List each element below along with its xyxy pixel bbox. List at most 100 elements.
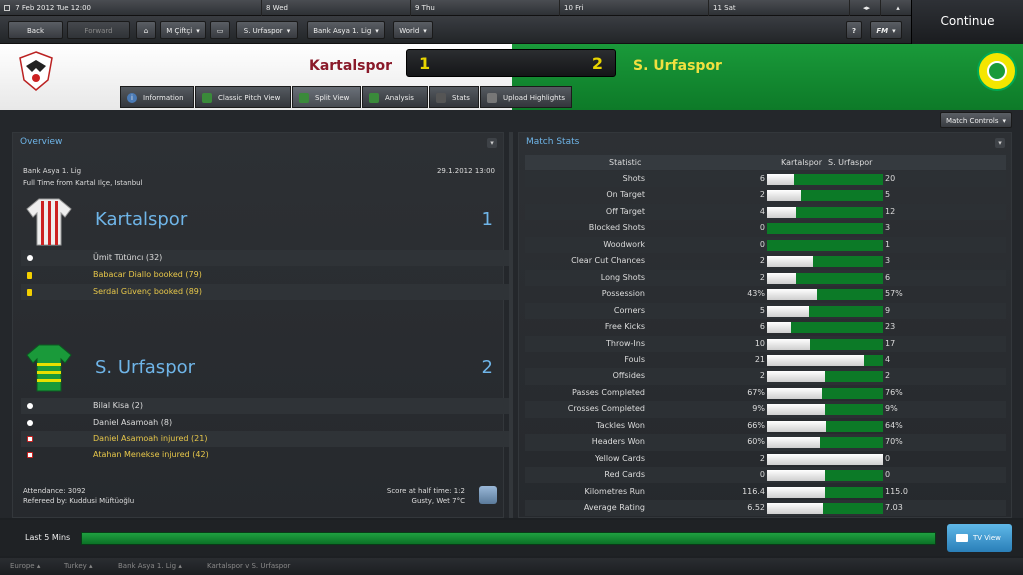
tab-label: Stats bbox=[452, 94, 470, 102]
calendar-toggle-button[interactable]: ▴ bbox=[880, 0, 911, 16]
manager-menu[interactable]: M Çiftçi bbox=[160, 21, 206, 39]
date-cell[interactable]: 9 Thu bbox=[410, 0, 558, 16]
stat-home-value: 2 bbox=[759, 190, 765, 200]
back-button[interactable]: Back bbox=[8, 21, 63, 39]
stat-away-value: 17 bbox=[885, 338, 896, 348]
stat-bar-home-fill bbox=[767, 354, 865, 366]
event-text[interactable]: Ümit Tütüncı (32) bbox=[93, 250, 162, 266]
stats-header-statistic[interactable]: Statistic bbox=[609, 155, 641, 170]
tab-stats[interactable]: Stats bbox=[429, 86, 479, 108]
stat-away-value: 5 bbox=[885, 190, 891, 200]
current-date[interactable]: 7 Feb 2012 Tue 12:00 bbox=[0, 0, 260, 16]
stat-home-value: 116.4 bbox=[742, 486, 765, 496]
stat-home-value: 60% bbox=[747, 437, 765, 447]
home-team-title[interactable]: Kartalspor bbox=[95, 209, 187, 230]
match-stats-title: Match Stats bbox=[526, 137, 580, 147]
tab-information[interactable]: i Information bbox=[120, 86, 194, 108]
stat-name: Red Cards bbox=[604, 470, 645, 480]
halftime-score: Score at half time: 1:2 bbox=[386, 487, 465, 495]
overview-menu-button[interactable]: ▾ bbox=[487, 138, 497, 148]
stat-home-value: 10 bbox=[754, 338, 765, 348]
inbox-button[interactable]: ▭ bbox=[210, 21, 230, 39]
fm-menu[interactable]: FM bbox=[870, 21, 902, 39]
stat-bar-home-fill bbox=[767, 206, 796, 218]
event-row: Babacar Diallo booked (79) bbox=[21, 267, 509, 283]
stat-row: Headers Won 60% 70% bbox=[525, 434, 1006, 451]
match-controls-menu[interactable]: Match Controls bbox=[940, 112, 1012, 128]
stat-bar bbox=[767, 437, 883, 449]
stat-home-value: 43% bbox=[747, 289, 765, 299]
date-cell[interactable]: 11 Sat bbox=[708, 0, 848, 16]
event-row: Daniel Asamoah injured (21) bbox=[21, 431, 509, 447]
calendar-prev-button[interactable]: ◂▸ bbox=[849, 0, 879, 16]
league-menu[interactable]: Bank Asya 1. Lig bbox=[307, 21, 385, 39]
help-button[interactable]: ? bbox=[846, 21, 862, 39]
upload-icon bbox=[487, 93, 497, 103]
tab-analysis[interactable]: Analysis bbox=[362, 86, 428, 108]
yellow-card-icon bbox=[27, 289, 32, 296]
attendance-label: Attendance: 3092 bbox=[23, 487, 86, 495]
stat-row: Free Kicks 6 23 bbox=[525, 319, 1006, 335]
momentum-bar[interactable] bbox=[81, 532, 936, 545]
continue-button[interactable]: Continue bbox=[911, 0, 1023, 44]
forward-button[interactable]: Forward bbox=[67, 21, 130, 39]
breadcrumb-europe[interactable]: Europe ▴ bbox=[10, 562, 40, 570]
pitch-icon bbox=[202, 93, 212, 103]
tab-split-view[interactable]: Split View bbox=[292, 86, 361, 108]
world-menu[interactable]: World bbox=[393, 21, 433, 39]
stat-home-value: 0 bbox=[759, 239, 765, 249]
date-cell[interactable]: 8 Wed bbox=[261, 0, 409, 16]
referee-label[interactable]: Refereed by: Kuddusi Müftüoğlu bbox=[23, 497, 134, 505]
competition-label[interactable]: Bank Asya 1. Lig bbox=[23, 167, 81, 175]
stats-header-away: S. Urfaspor bbox=[828, 158, 873, 167]
panel-divider[interactable] bbox=[509, 132, 513, 518]
away-team-name[interactable]: S. Urfaspor bbox=[633, 58, 722, 74]
stat-row: Tackles Won 66% 64% bbox=[525, 418, 1006, 434]
team-menu[interactable]: S. Urfaspor bbox=[236, 21, 298, 39]
home-button[interactable]: ⌂ bbox=[136, 21, 156, 39]
match-stats-menu-button[interactable]: ▾ bbox=[995, 138, 1005, 148]
injury-icon bbox=[27, 436, 33, 442]
stat-away-value: 6 bbox=[885, 272, 891, 282]
tab-upload-highlights[interactable]: Upload Highlights bbox=[480, 86, 572, 108]
event-text[interactable]: Serdal Güvenç booked (89) bbox=[93, 284, 202, 300]
away-team-title[interactable]: S. Urfaspor bbox=[95, 357, 195, 378]
stat-home-value: 2 bbox=[759, 371, 765, 381]
stats-header: Statistic Kartalspor S. Urfaspor bbox=[525, 155, 1006, 170]
event-text[interactable]: Babacar Diallo booked (79) bbox=[93, 267, 202, 283]
breadcrumb-league[interactable]: Bank Asya 1. Lig ▴ bbox=[118, 562, 182, 570]
away-kit-icon bbox=[25, 343, 73, 393]
stat-bar-home-fill bbox=[767, 174, 794, 185]
stat-bar-home-fill bbox=[767, 305, 809, 317]
stat-home-value: 67% bbox=[747, 387, 765, 397]
event-text[interactable]: Daniel Asamoah (8) bbox=[93, 415, 172, 431]
stat-home-value: 0 bbox=[759, 223, 765, 233]
stat-row: Red Cards 0 0 bbox=[525, 467, 1006, 484]
stat-bar-home-fill bbox=[767, 387, 822, 399]
date-cell-label: 10 Fri bbox=[564, 4, 584, 12]
stat-home-value: 6.52 bbox=[747, 503, 765, 512]
navigation-bar: Back Forward ⌂ M Çiftçi ▭ S. Urfaspor Ba… bbox=[0, 16, 911, 44]
breadcrumb-turkey[interactable]: Turkey ▴ bbox=[64, 562, 93, 570]
event-text[interactable]: Daniel Asamoah injured (21) bbox=[93, 431, 207, 447]
event-text[interactable]: Atahan Menekse injured (42) bbox=[93, 447, 209, 463]
home-team-name[interactable]: Kartalspor bbox=[309, 58, 392, 74]
tab-classic-pitch-view[interactable]: Classic Pitch View bbox=[195, 86, 291, 108]
stat-bar-home-fill bbox=[767, 256, 814, 268]
stat-name: Yellow Cards bbox=[594, 453, 645, 463]
stat-name: Fouls bbox=[624, 354, 645, 364]
tv-icon bbox=[956, 534, 968, 542]
stat-bar bbox=[767, 354, 883, 366]
tab-label: Split View bbox=[315, 94, 350, 102]
content-area: Match Controls Overview ▾ Bank Asya 1. L… bbox=[0, 110, 1023, 518]
event-text[interactable]: Bilal Kisa (2) bbox=[93, 398, 143, 414]
date-cell-label: 11 Sat bbox=[713, 4, 736, 12]
tv-view-button[interactable]: TV View bbox=[947, 524, 1012, 552]
stat-name: Long Shots bbox=[600, 272, 645, 282]
stat-away-value: 76% bbox=[885, 387, 903, 397]
league-menu-label: Bank Asya 1. Lig bbox=[313, 27, 372, 35]
overview-title: Overview bbox=[20, 137, 63, 147]
stat-home-value: 21 bbox=[754, 354, 765, 364]
date-cell[interactable]: 10 Fri bbox=[559, 0, 707, 16]
stat-away-value: 23 bbox=[885, 322, 896, 332]
